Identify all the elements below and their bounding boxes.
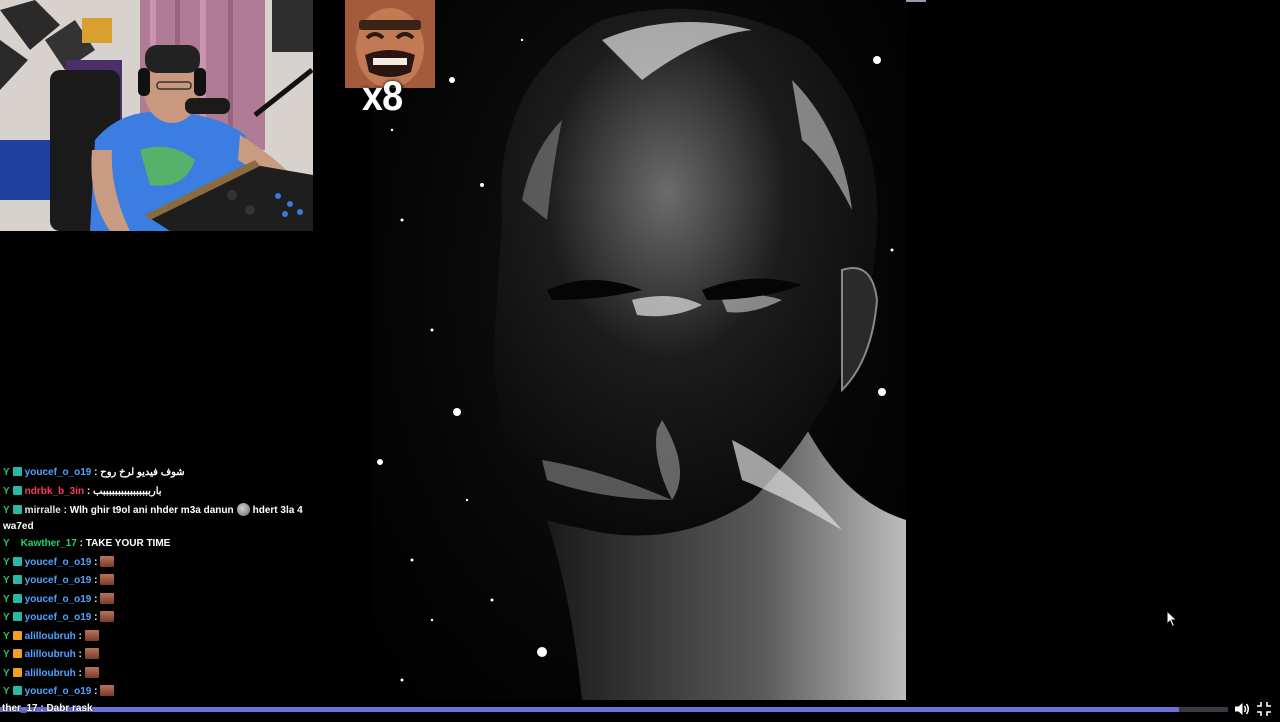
subscriber-badge-icon	[12, 630, 22, 640]
subscriber-badge-icon	[12, 467, 22, 476]
chat-message: Yyoucef_o_o19 : شوف فيديو لرخ روح	[3, 467, 185, 478]
moderator-badge-icon: Y	[3, 686, 10, 697]
video-frame	[377, 8, 906, 700]
chat-overlay: Yyoucef_o_o19 : شوف فيديو لرخ روح Yndrbk…	[3, 464, 315, 702]
chat-text: Wlh ghir t9ol ani nhder m3a danun	[69, 505, 234, 516]
moderator-badge-icon: Y	[3, 538, 10, 549]
fullscreen-button[interactable]	[1256, 701, 1272, 717]
chat-message: Yyoucef_o_o19 :	[3, 683, 315, 702]
emote-icon	[100, 555, 115, 567]
chat-message: Yndrbk_b_3in : بارببببببببببببببببب	[3, 485, 162, 497]
chat-username[interactable]: youcef_o_o19	[25, 575, 92, 586]
moderator-badge-icon: Y	[3, 649, 10, 660]
moderator-badge-icon: Y	[3, 667, 10, 679]
chat-username[interactable]: youcef_o_o19	[25, 594, 92, 605]
chat-username[interactable]: Kawther_17	[21, 538, 77, 549]
emote-icon	[100, 574, 115, 585]
emote-combo-counter: x8	[362, 72, 403, 119]
emote-icon	[100, 592, 115, 604]
subscriber-badge-icon	[12, 593, 22, 603]
subscriber-badge-icon	[12, 556, 22, 566]
chat-username[interactable]: alilloubruh	[25, 668, 76, 679]
moderator-badge-icon: Y	[3, 505, 10, 516]
fullscreen-exit-icon	[1257, 702, 1271, 716]
subscriber-badge-icon	[12, 667, 22, 677]
seek-bar[interactable]	[0, 707, 1228, 712]
chat-text: بارببببببببببببببببب	[93, 485, 162, 497]
chat-username[interactable]: alilloubruh	[25, 649, 76, 660]
moderator-badge-icon: Y	[3, 556, 10, 568]
chat-message: Ymirralle : Wlh ghir t9ol ani nhder m3a …	[3, 503, 303, 532]
speaker-icon	[1235, 703, 1249, 715]
emote-icon	[236, 503, 250, 516]
webcam-feed	[0, 0, 313, 231]
moderator-badge-icon: Y	[3, 593, 10, 605]
chat-message: Yyoucef_o_o19 :	[3, 591, 315, 610]
mouse-cursor-icon	[1166, 609, 1178, 633]
chat-username[interactable]: mirralle	[25, 505, 61, 516]
subscriber-badge-icon	[12, 649, 22, 658]
moderator-badge-icon: Y	[3, 630, 10, 642]
chat-username[interactable]: youcef_o_o19	[25, 686, 92, 697]
moderator-badge-icon: Y	[3, 575, 10, 586]
chat-username[interactable]: youcef_o_o19	[25, 557, 92, 568]
chat-message: Yyoucef_o_o19 :	[3, 609, 315, 628]
subscriber-badge-icon	[12, 612, 22, 621]
seek-bar-progress	[0, 707, 1179, 712]
chat-message: Y Kawther_17 : TAKE YOUR TIME	[3, 538, 171, 549]
chat-username[interactable]: youcef_o_o19	[25, 467, 92, 478]
video-player[interactable]	[372, 0, 906, 700]
chat-text: TAKE YOUR TIME	[85, 538, 171, 549]
webcam-image	[0, 0, 313, 231]
subscriber-badge-icon	[12, 575, 22, 584]
volume-button[interactable]	[1234, 701, 1250, 717]
emote-icon	[84, 648, 99, 659]
chat-message: Yalilloubruh :	[3, 628, 315, 647]
chat-text: شوف فيديو لرخ روح	[100, 467, 185, 478]
moderator-badge-icon: Y	[3, 485, 10, 497]
emote-icon	[84, 629, 99, 641]
subscriber-badge-icon	[12, 485, 22, 495]
moderator-badge-icon: Y	[3, 612, 10, 623]
chat-message: Yyoucef_o_o19 :	[3, 572, 315, 591]
chat-username[interactable]: ndrbk_b_3in	[25, 486, 84, 497]
chat-message: Yalilloubruh :	[3, 646, 315, 665]
emote-icon	[100, 685, 115, 696]
moderator-badge-icon: Y	[3, 467, 10, 478]
chat-username[interactable]: alilloubruh	[25, 631, 76, 642]
bottom-chat-ticker: ther_17 : Dabr rask	[2, 703, 93, 714]
chat-message: Yyoucef_o_o19 :	[3, 554, 315, 573]
emote-icon	[84, 666, 99, 678]
subscriber-badge-icon	[12, 505, 22, 514]
chat-username[interactable]: youcef_o_o19	[25, 612, 92, 623]
emote-icon	[100, 611, 115, 622]
chat-message: Yalilloubruh :	[3, 665, 315, 684]
subscriber-badge-icon	[12, 686, 22, 695]
